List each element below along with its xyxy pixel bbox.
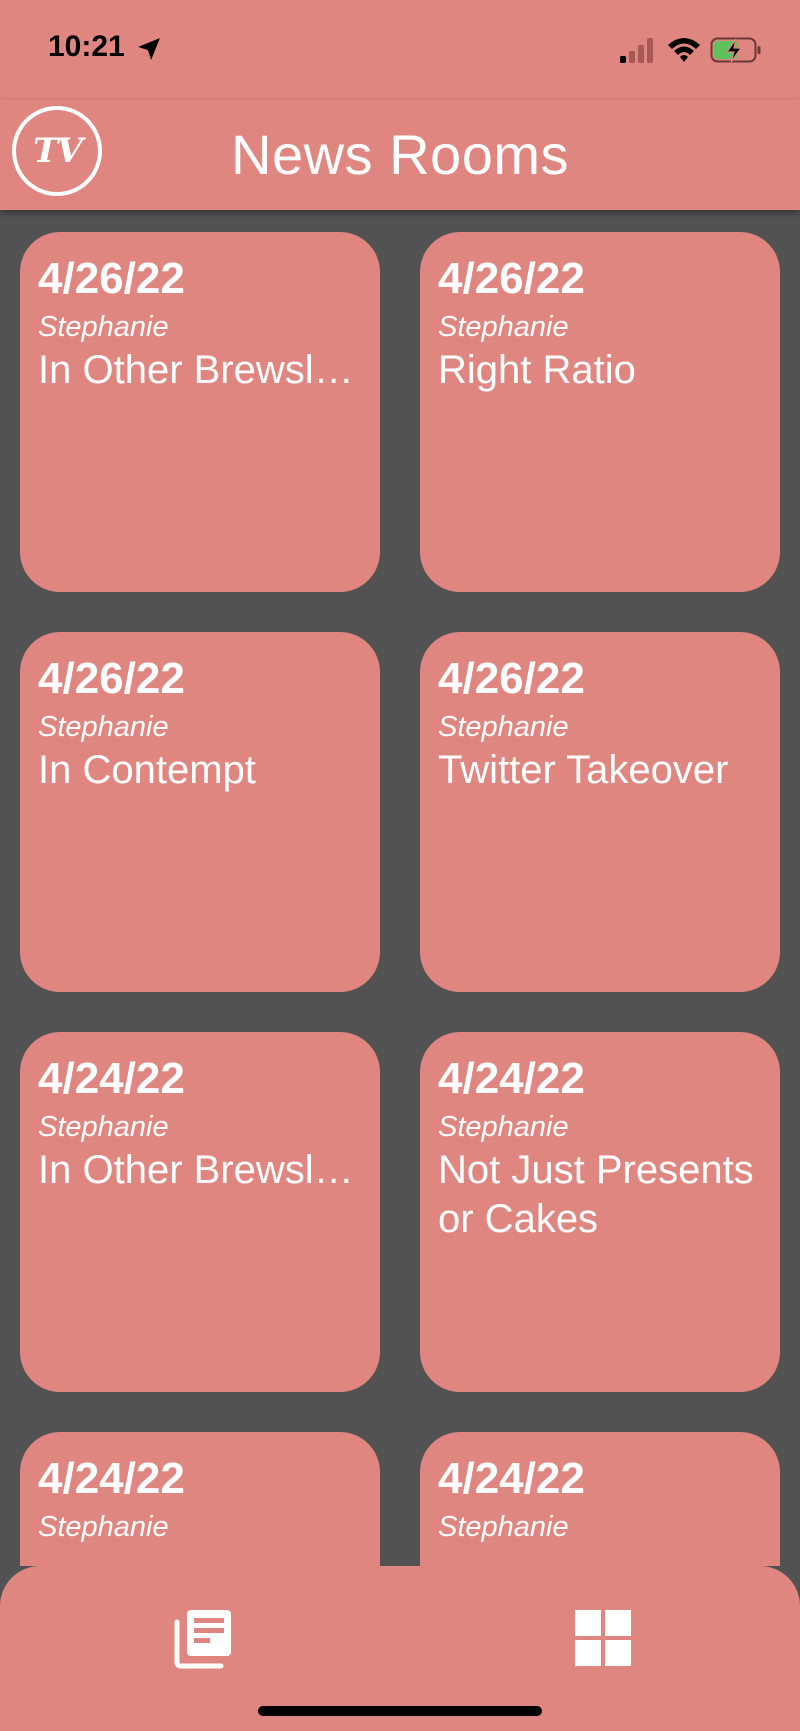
news-tab-button[interactable] <box>163 1598 243 1678</box>
news-room-card[interactable]: 4/26/22 Stephanie In Contempt <box>20 632 380 992</box>
card-title: Not Just Presents or Cakes <box>438 1148 754 1241</box>
battery-charging-icon <box>710 37 761 63</box>
newspaper-icon <box>174 1610 231 1669</box>
card-date: 4/24/22 <box>38 1054 185 1103</box>
news-room-card[interactable]: 4/24/22 Stephanie In Other Brewsletters <box>20 1032 380 1392</box>
news-room-grid: 4/26/22 Stephanie In Other Brewsletters … <box>0 210 800 1566</box>
card-author: Stephanie <box>38 311 169 343</box>
bottom-nav-bar <box>0 1566 800 1731</box>
status-time: 10:21 <box>48 30 125 63</box>
card-date: 4/24/22 <box>438 1054 585 1103</box>
card-author: Stephanie <box>438 711 569 743</box>
card-date: 4/26/22 <box>438 254 585 303</box>
card-author: Stephanie <box>438 1511 569 1543</box>
card-date: 4/26/22 <box>38 254 185 303</box>
card-date: 4/26/22 <box>38 654 185 703</box>
card-date: 4/24/22 <box>438 1454 585 1503</box>
card-title: Right Ratio <box>438 348 636 392</box>
card-date: 4/24/22 <box>38 1454 185 1503</box>
home-indicator <box>258 1706 542 1716</box>
grid-icon <box>575 1610 631 1666</box>
status-bar: 10:21 <box>0 0 800 100</box>
app-header: TV News Rooms <box>0 100 800 210</box>
card-author: Stephanie <box>38 1511 169 1543</box>
card-title: In Other Brewsletters <box>38 348 362 392</box>
grid-tab-button[interactable] <box>563 1598 643 1678</box>
cellular-signal-icon <box>620 38 653 63</box>
card-title: In Other Brewsletters <box>38 1148 362 1192</box>
card-title: In Contempt <box>38 748 256 792</box>
news-room-card[interactable]: 4/26/22 Stephanie Twitter Takeover <box>420 632 780 992</box>
card-author: Stephanie <box>38 711 169 743</box>
news-room-card[interactable]: 4/26/22 Stephanie In Other Brewsletters <box>20 232 380 592</box>
location-arrow-icon <box>138 38 160 60</box>
card-author: Stephanie <box>38 1111 169 1143</box>
page-title: News Rooms <box>231 123 569 186</box>
card-date: 4/26/22 <box>438 654 585 703</box>
card-title: Twitter Takeover <box>438 748 729 792</box>
wifi-icon <box>668 38 700 62</box>
news-room-card[interactable]: 4/24/22 Stephanie <box>420 1432 780 1566</box>
card-author: Stephanie <box>438 311 569 343</box>
news-room-card[interactable]: 4/24/22 Stephanie Not Just Presents or C… <box>420 1032 780 1392</box>
news-room-card[interactable]: 4/24/22 Stephanie <box>20 1432 380 1566</box>
news-room-card[interactable]: 4/26/22 Stephanie Right Ratio <box>420 232 780 592</box>
card-author: Stephanie <box>438 1111 569 1143</box>
